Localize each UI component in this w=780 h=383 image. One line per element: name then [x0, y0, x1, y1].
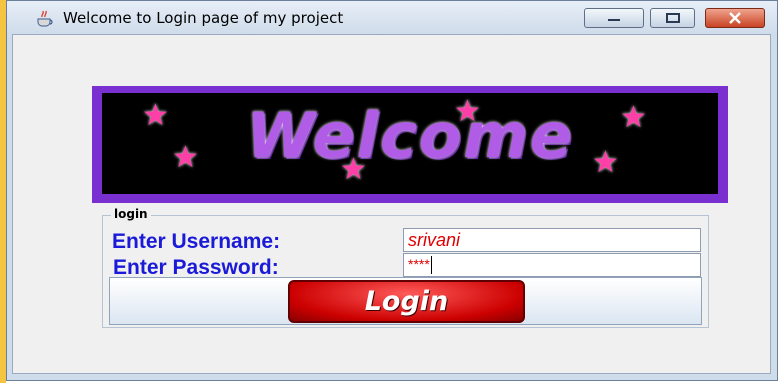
- minimize-button[interactable]: [584, 8, 644, 28]
- maximize-button[interactable]: [650, 8, 695, 28]
- login-window: Welcome to Login page of my project ★ ★ …: [6, 0, 778, 381]
- login-group-title: login: [111, 207, 151, 221]
- password-input[interactable]: ****: [403, 253, 701, 277]
- window-content: ★ ★ ★ ★ ★ ★ Welcome login Enter Username…: [12, 34, 771, 374]
- maximize-icon: [651, 9, 694, 27]
- welcome-text: Welcome: [246, 99, 574, 172]
- welcome-banner: ★ ★ ★ ★ ★ ★ Welcome: [92, 86, 728, 203]
- window-title: Welcome to Login page of my project: [63, 9, 344, 27]
- close-icon: [706, 9, 764, 27]
- title-bar[interactable]: Welcome to Login page of my project: [7, 1, 777, 34]
- welcome-banner-image: ★ ★ ★ ★ ★ ★ Welcome: [102, 93, 718, 194]
- close-button[interactable]: [705, 8, 765, 28]
- java-coffee-icon: [37, 10, 53, 27]
- username-value: srivani: [408, 230, 461, 250]
- login-button[interactable]: Login: [288, 280, 525, 323]
- username-input[interactable]: srivani: [403, 228, 701, 252]
- username-label: Enter Username:: [112, 230, 281, 253]
- minimize-icon: [585, 9, 643, 27]
- password-value: ****: [408, 256, 430, 272]
- text-caret: [430, 256, 432, 275]
